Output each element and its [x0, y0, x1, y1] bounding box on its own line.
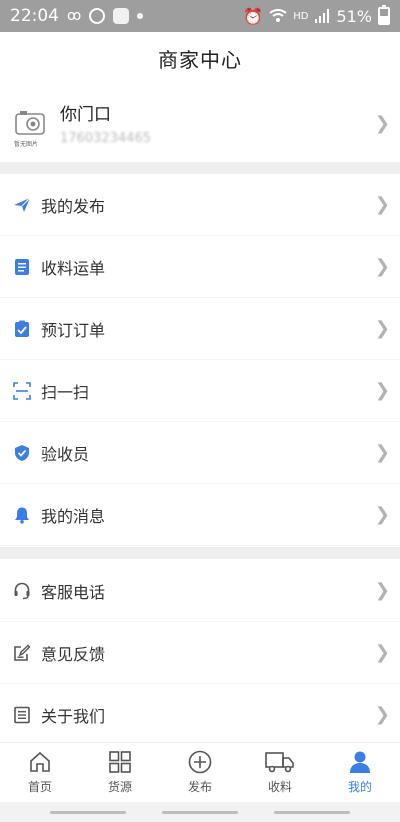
- profile-info: 你门口 17603234465: [60, 100, 151, 146]
- headset-icon: [14, 582, 30, 599]
- notification-icon: ꝏ: [67, 8, 82, 24]
- avatar-placeholder-icon: [15, 111, 45, 135]
- menu-label: 我的发布: [41, 196, 106, 216]
- menu-label: 预订订单: [41, 320, 106, 340]
- plus-circle-icon: [188, 750, 212, 774]
- section-divider: [0, 547, 400, 559]
- tab-label: 收料: [267, 780, 292, 794]
- tab-home[interactable]: 首页: [0, 743, 80, 802]
- home-icon: [30, 751, 50, 772]
- tab-label: 发布: [187, 780, 212, 794]
- menu-label: 验收员: [41, 444, 90, 464]
- menu-label: 扫一扫: [41, 382, 90, 402]
- menu-label: 意见反馈: [41, 644, 106, 664]
- shield-check-icon: [15, 444, 29, 461]
- page-header: 商家中心: [0, 32, 400, 84]
- menu-item-scan[interactable]: 扫一扫 ❯: [0, 360, 400, 422]
- status-time: 22:04: [10, 6, 59, 26]
- clipboard-check-icon: [15, 320, 29, 337]
- chevron-right-icon: ❯: [374, 112, 390, 134]
- menu-item-feedback[interactable]: 意见反馈 ❯: [0, 622, 400, 684]
- profile-name: 你门口: [60, 105, 111, 125]
- sync-icon: [89, 8, 106, 24]
- tab-label: 货源: [107, 780, 132, 794]
- truck-icon: [265, 752, 294, 773]
- chevron-right-icon: ❯: [374, 704, 390, 725]
- menu-item-messages[interactable]: 我的消息 ❯: [0, 484, 400, 546]
- chevron-right-icon: ❯: [374, 642, 390, 663]
- grid-icon: [109, 751, 131, 773]
- nav-recents-handle[interactable]: [274, 811, 350, 814]
- document-icon: [14, 706, 30, 723]
- chevron-right-icon: ❯: [374, 318, 390, 339]
- chevron-right-icon: ❯: [374, 504, 390, 525]
- tab-publish[interactable]: 发布: [160, 743, 240, 802]
- edit-icon: [14, 644, 31, 661]
- network-type-label: HD: [293, 10, 309, 22]
- nav-back-handle[interactable]: [50, 811, 126, 814]
- tab-mine[interactable]: 我的: [320, 743, 400, 802]
- chevron-right-icon: ❯: [374, 442, 390, 463]
- menu-label: 关于我们: [41, 706, 106, 726]
- profile-phone: 17603234465: [60, 131, 151, 146]
- chevron-right-icon: ❯: [374, 380, 390, 401]
- page-title: 商家中心: [158, 47, 242, 72]
- scan-icon: [13, 381, 31, 400]
- status-bar: 22:04 ꝏ ⏰ HD 51%: [0, 0, 400, 32]
- tab-label: 首页: [27, 780, 52, 794]
- menu-label: 收料运单: [41, 258, 106, 278]
- app-notification-icon: [113, 8, 130, 24]
- tab-receive[interactable]: 收料: [240, 743, 320, 802]
- avatar-caption: 暂无图片: [14, 141, 39, 148]
- bottom-tab-bar: 首页 货源 发布 收料 我的: [0, 742, 400, 802]
- chevron-right-icon: ❯: [374, 256, 390, 277]
- nav-home-handle[interactable]: [162, 811, 238, 814]
- chevron-right-icon: ❯: [374, 194, 390, 215]
- menu-item-receive-waybill[interactable]: 收料运单 ❯: [0, 236, 400, 298]
- tab-label: 我的: [347, 780, 372, 794]
- battery-icon: [378, 5, 390, 25]
- profile-card[interactable]: 暂无图片 你门口 17603234465 ❯: [0, 84, 400, 162]
- tab-source[interactable]: 货源: [80, 743, 160, 802]
- alarm-icon: ⏰: [243, 6, 264, 26]
- menu-item-publish[interactable]: 我的发布 ❯: [0, 174, 400, 236]
- signal-icon: [315, 9, 330, 23]
- battery-percent: 51%: [336, 6, 372, 26]
- menu-item-about[interactable]: 关于我们 ❯: [0, 684, 400, 746]
- more-notifications-icon: [137, 13, 144, 19]
- clipboard-list-icon: [15, 258, 29, 275]
- menu-item-service-phone[interactable]: 客服电话 ❯: [0, 560, 400, 622]
- system-nav-bar: [0, 802, 400, 822]
- user-icon: [350, 751, 370, 773]
- wifi-icon: [269, 9, 287, 22]
- menu-label: 我的消息: [41, 506, 106, 526]
- menu-item-preorder[interactable]: 预订订单 ❯: [0, 298, 400, 360]
- paper-plane-icon: [14, 197, 31, 212]
- chevron-right-icon: ❯: [374, 580, 390, 601]
- bell-icon: [15, 507, 29, 524]
- menu-item-inspector[interactable]: 验收员 ❯: [0, 422, 400, 484]
- menu-label: 客服电话: [41, 582, 106, 602]
- section-divider: [0, 162, 400, 174]
